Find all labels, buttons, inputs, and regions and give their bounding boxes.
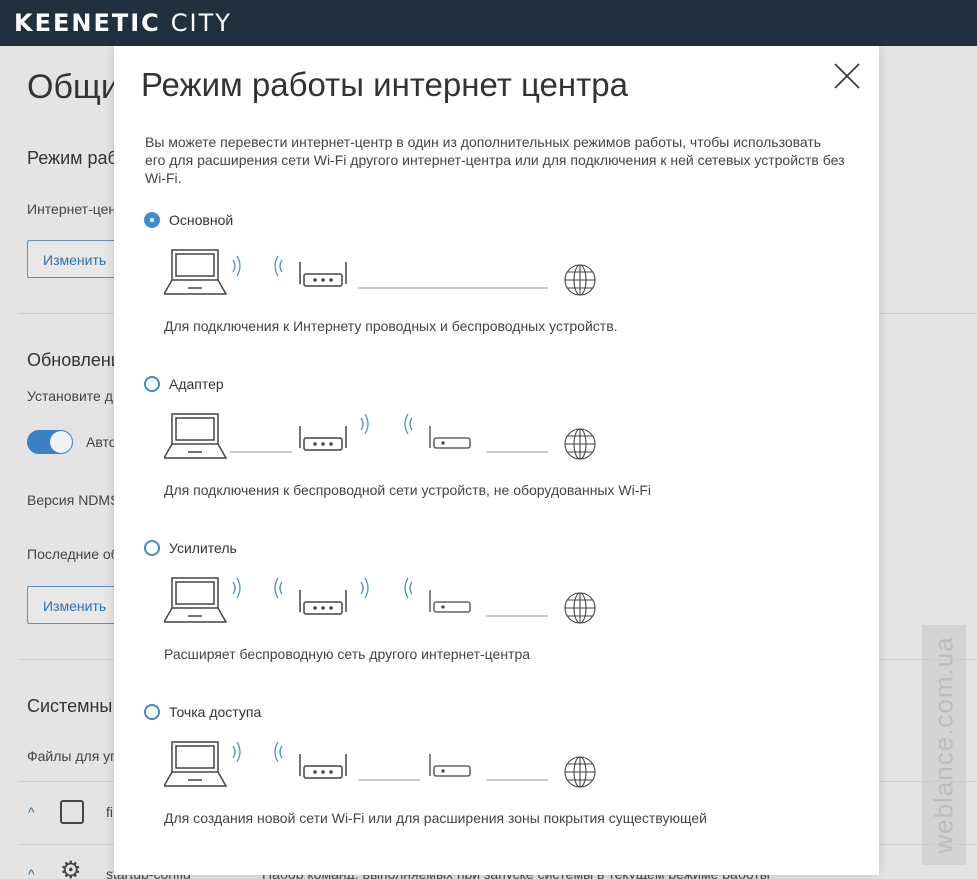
chip-icon <box>60 800 84 824</box>
radio-main[interactable]: Основной <box>144 212 233 228</box>
radio-button[interactable] <box>144 376 160 392</box>
router-icon <box>299 754 347 779</box>
modem-icon <box>429 426 471 449</box>
option-label: Точка доступа <box>169 704 262 720</box>
dialog-title: Режим работы интернет центра <box>141 66 628 103</box>
mode-dialog: Режим работы интернет центра Вы можете п… <box>114 46 879 875</box>
auto-update-toggle[interactable] <box>27 430 73 454</box>
radio-button[interactable] <box>144 704 160 720</box>
router-icon <box>299 426 347 451</box>
radio-access-point[interactable]: Точка доступа <box>144 704 261 720</box>
globe-icon <box>564 428 596 460</box>
watermark-text: weblance.com.ua <box>928 636 959 854</box>
close-icon[interactable] <box>832 61 862 91</box>
wifi-waves-icon <box>232 741 241 763</box>
diagram-adapter <box>164 413 596 460</box>
chevron-up-icon[interactable]: ^ <box>28 866 35 879</box>
update-section-title: Обновлени <box>27 350 121 370</box>
diagram-access-point <box>164 741 596 788</box>
wifi-waves-icon <box>232 255 241 277</box>
keenetic-logo[interactable]: KEENETIC CITY <box>14 9 232 37</box>
top-bar: KEENETIC CITY <box>0 0 977 46</box>
page-title: Общи <box>27 68 120 106</box>
mode-option-main: Основной Для подключения к Интернету про… <box>144 212 844 362</box>
system-files-text: Файлы для уп <box>27 748 118 764</box>
last-updates-label: Последние об <box>27 546 119 562</box>
modem-icon <box>429 754 471 777</box>
radio-button-checked[interactable] <box>144 212 160 228</box>
globe-icon <box>564 592 596 624</box>
option-label: Адаптер <box>169 376 224 392</box>
toggle-knob <box>50 431 72 453</box>
wifi-waves-icon <box>360 413 369 435</box>
modem-icon <box>429 590 471 613</box>
laptop-icon <box>164 413 228 459</box>
wifi-waves-icon <box>274 577 283 599</box>
mode-section-title: Режим раб <box>27 148 118 168</box>
auto-update-label: Авто <box>86 434 117 450</box>
globe-icon <box>564 756 596 788</box>
file-name[interactable]: fi <box>106 804 113 820</box>
option-description: Расширяет беспроводную сеть другого инте… <box>164 646 531 662</box>
diagram-main <box>164 249 596 296</box>
wifi-waves-icon <box>274 741 283 763</box>
wifi-waves-icon <box>274 255 283 277</box>
watermark: weblance.com.ua <box>922 625 966 865</box>
router-icon <box>299 262 347 287</box>
update-section-text: Установите д <box>27 388 113 404</box>
wifi-waves-icon <box>360 577 369 599</box>
option-description: Для создания новой сети Wi-Fi или для ра… <box>164 810 707 826</box>
option-description: Для подключения к беспроводной сети устр… <box>164 482 652 498</box>
version-label: Версия NDMS <box>27 492 120 508</box>
mode-option-access-point: Точка доступа Для создания новой сети Wi… <box>144 704 844 854</box>
radio-repeater[interactable]: Усилитель <box>144 540 237 556</box>
radio-adapter[interactable]: Адаптер <box>144 376 224 392</box>
option-label: Основной <box>169 212 234 228</box>
option-description: Для подключения к Интернету проводных и … <box>164 318 618 334</box>
chevron-up-icon[interactable]: ^ <box>28 804 35 820</box>
option-label: Усилитель <box>169 540 237 556</box>
laptop-icon <box>164 249 228 295</box>
laptop-icon <box>164 577 228 623</box>
router-icon <box>299 590 347 615</box>
wifi-waves-icon <box>404 577 413 599</box>
mode-option-repeater: Усилитель Расширяет беспроводную сеть др… <box>144 540 844 690</box>
logo-product: CITY <box>170 9 232 37</box>
laptop-icon <box>164 741 228 787</box>
mode-section-text: Интернет-цен <box>27 201 117 217</box>
mode-option-adapter: Адаптер Для подключения к беспроводной с… <box>144 376 844 526</box>
radio-button[interactable] <box>144 540 160 556</box>
system-section-title: Системны <box>27 696 113 716</box>
wifi-waves-icon <box>232 577 241 599</box>
logo-brand: KEENETIC <box>14 9 161 37</box>
globe-icon <box>564 264 596 296</box>
gear-icon: ⚙ <box>60 857 82 879</box>
dialog-intro: Вы можете перевести интернет-центр в оди… <box>145 134 845 186</box>
wifi-waves-icon <box>404 413 413 435</box>
diagram-repeater <box>164 577 596 624</box>
